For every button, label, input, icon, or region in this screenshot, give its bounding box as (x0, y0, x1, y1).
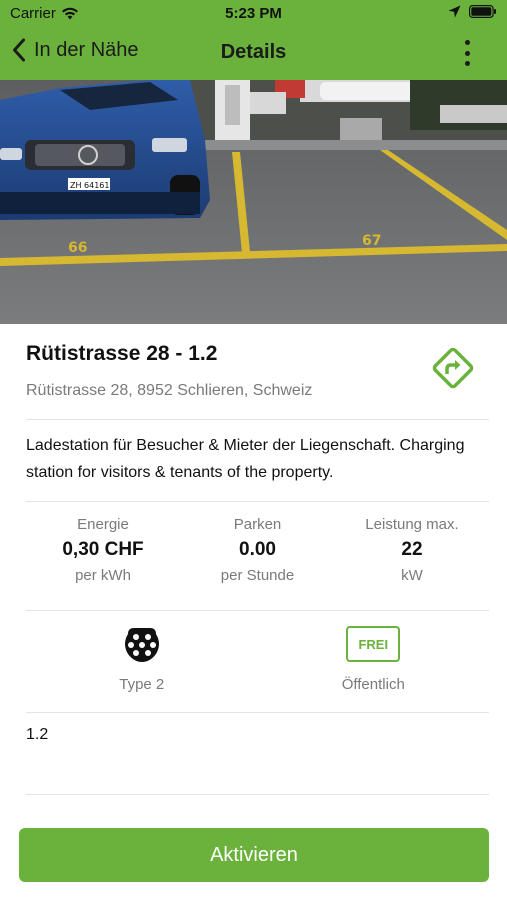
station-description: Ladestation für Besucher & Mieter der Li… (26, 437, 465, 481)
stat-unit: per Stunde (220, 567, 295, 584)
stat-value: 22 (401, 539, 423, 560)
directions-button[interactable] (429, 344, 477, 392)
more-options-button[interactable] (455, 40, 479, 66)
stat-power: Leistung max. 22 kW (335, 516, 489, 584)
divider (26, 712, 489, 713)
more-dot (464, 61, 470, 66)
access-type: FREI Öffentlich (273, 622, 473, 693)
activate-button[interactable]: Aktivieren (19, 828, 489, 882)
parking-lot-image: 66 67 ZH 64161 (0, 80, 507, 324)
divider (26, 501, 489, 502)
stat-label: Parken (233, 516, 282, 533)
station-photo: 66 67 ZH 64161 (0, 80, 507, 324)
divider (26, 419, 489, 420)
top-bar: Carrier 5:23 PM In der Nähe Details (0, 0, 507, 80)
connector-type: Type 2 (42, 622, 242, 693)
battery-icon (469, 5, 496, 18)
stat-value: 0.00 (239, 539, 276, 560)
stat-unit: kW (401, 567, 423, 584)
station-code: 1.2 (26, 726, 49, 743)
stat-parking: Parken 0.00 per Stunde (181, 516, 335, 584)
stat-energy: Energie 0,30 CHF per kWh (26, 516, 180, 584)
stat-label: Energie (77, 516, 129, 533)
more-dot (464, 40, 470, 45)
access-label: Öffentlich (341, 676, 405, 693)
stat-value: 0,30 CHF (62, 539, 144, 560)
status-bar: Carrier 5:23 PM (0, 0, 507, 28)
navigation-bar: In der Nähe Details (0, 30, 507, 76)
location-arrow-icon (448, 5, 461, 18)
status-right-group (448, 5, 497, 18)
access-badge: FREI (346, 626, 401, 662)
more-dot (464, 50, 470, 56)
station-features: Type 2 FREI Öffentlich (26, 622, 489, 693)
stat-unit: per kWh (75, 567, 131, 584)
type2-connector-icon (124, 628, 159, 662)
directions-icon (432, 347, 474, 389)
divider (26, 794, 489, 795)
divider (26, 610, 489, 611)
parking-number-66: 66 (68, 240, 87, 256)
station-name: Rütistrasse 28 - 1.2 (26, 342, 218, 365)
page-title: Details (220, 41, 287, 63)
pricing-stats: Energie 0,30 CHF per kWh Parken 0.00 per… (26, 516, 489, 584)
connector-label: Type 2 (119, 676, 165, 693)
license-plate: ZH 64161 (70, 181, 110, 190)
status-time: 5:23 PM (225, 5, 282, 22)
parking-number-67: 67 (362, 233, 381, 249)
stat-label: Leistung max. (365, 516, 459, 533)
station-address: Rütistrasse 28, 8952 Schlieren, Schweiz (26, 382, 313, 399)
